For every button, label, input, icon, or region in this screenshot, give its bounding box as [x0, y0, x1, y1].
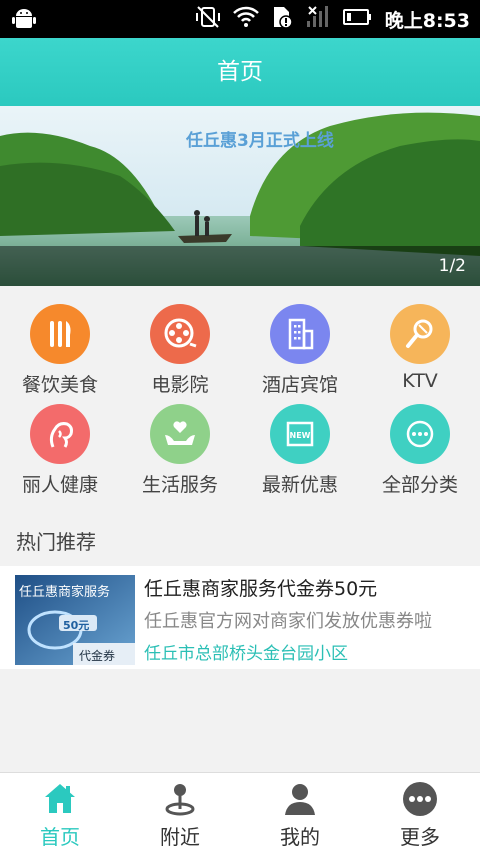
category-label: 酒店宾馆: [261, 374, 338, 396]
bottom-nav: 首页 附近 我的 更多: [0, 772, 480, 854]
nav-more[interactable]: 更多: [360, 773, 480, 854]
category-cinema[interactable]: 电影院: [120, 296, 240, 396]
category-life-services[interactable]: 生活服务: [120, 396, 240, 496]
building-icon: [270, 304, 330, 364]
category-dining[interactable]: 餐饮美食: [0, 296, 120, 396]
category-hotel[interactable]: 酒店宾馆: [240, 296, 360, 396]
sim-alert-icon: [271, 5, 293, 33]
status-bar: 晚上8:53: [0, 0, 480, 38]
category-all[interactable]: 全部分类: [360, 396, 480, 496]
vibrate-off-icon: [195, 5, 221, 33]
nav-label: 首页: [40, 825, 80, 849]
category-beauty-health[interactable]: 丽人健康: [0, 396, 120, 496]
utensils-icon: [30, 304, 90, 364]
list-item[interactable]: 任丘惠商家服务 50元 代金券 任丘惠商家服务代金券50元 任丘惠官方网对商家们…: [0, 566, 480, 669]
promo-banner[interactable]: 任丘惠3月正式上线 1/2: [0, 106, 480, 286]
new-badge-icon: NEW: [270, 404, 330, 464]
user-icon: [282, 781, 318, 817]
more-dots-icon: [402, 781, 438, 817]
nav-mine[interactable]: 我的: [240, 773, 360, 854]
signal-icon: [305, 5, 331, 33]
thumbnail-value: 50元: [63, 619, 90, 632]
nav-label: 附近: [160, 825, 200, 849]
deal-address: 任丘市总部桥头金台园小区: [144, 644, 348, 664]
thumbnail-label: 代金券: [79, 649, 116, 663]
film-reel-icon: [150, 304, 210, 364]
category-label: 生活服务: [141, 474, 218, 496]
category-latest-deals[interactable]: NEW 最新优惠: [240, 396, 360, 496]
banner-page-indicator: 1/2: [438, 256, 466, 276]
woman-profile-icon: [30, 404, 90, 464]
deal-thumbnail: 任丘惠商家服务 50元 代金券: [15, 575, 135, 665]
heart-hands-icon: [150, 404, 210, 464]
banner-caption: 任丘惠3月正式上线: [186, 131, 334, 151]
svg-text:NEW: NEW: [290, 431, 311, 440]
category-ktv[interactable]: KTV: [360, 296, 480, 396]
thumbnail-caption: 任丘惠商家服务: [19, 585, 111, 600]
nav-home[interactable]: 首页: [0, 773, 120, 854]
category-label: 餐饮美食: [21, 374, 98, 396]
battery-icon: [342, 8, 373, 30]
nav-label: 更多: [400, 825, 440, 849]
wifi-icon: [232, 6, 259, 32]
category-label: KTV: [402, 370, 438, 392]
page-title: 首页: [0, 38, 480, 106]
home-icon: [42, 781, 78, 817]
category-label: 全部分类: [381, 474, 458, 496]
clock-text: 晚上8:53: [384, 9, 470, 32]
more-dots-icon: [390, 404, 450, 464]
banner-pager-bar: [0, 246, 480, 286]
category-label: 最新优惠: [261, 474, 338, 496]
nav-nearby[interactable]: 附近: [120, 773, 240, 854]
deal-title: 任丘惠商家服务代金券50元: [144, 578, 378, 600]
section-title: 热门推荐: [16, 530, 96, 554]
category-label: 电影院: [151, 374, 209, 396]
android-icon: [12, 8, 36, 34]
deal-description: 任丘惠官方网对商家们发放优惠券啦: [144, 611, 432, 632]
category-label: 丽人健康: [21, 474, 98, 496]
microphone-icon: [390, 304, 450, 364]
nav-label: 我的: [280, 825, 320, 849]
location-pin-icon: [162, 781, 198, 817]
